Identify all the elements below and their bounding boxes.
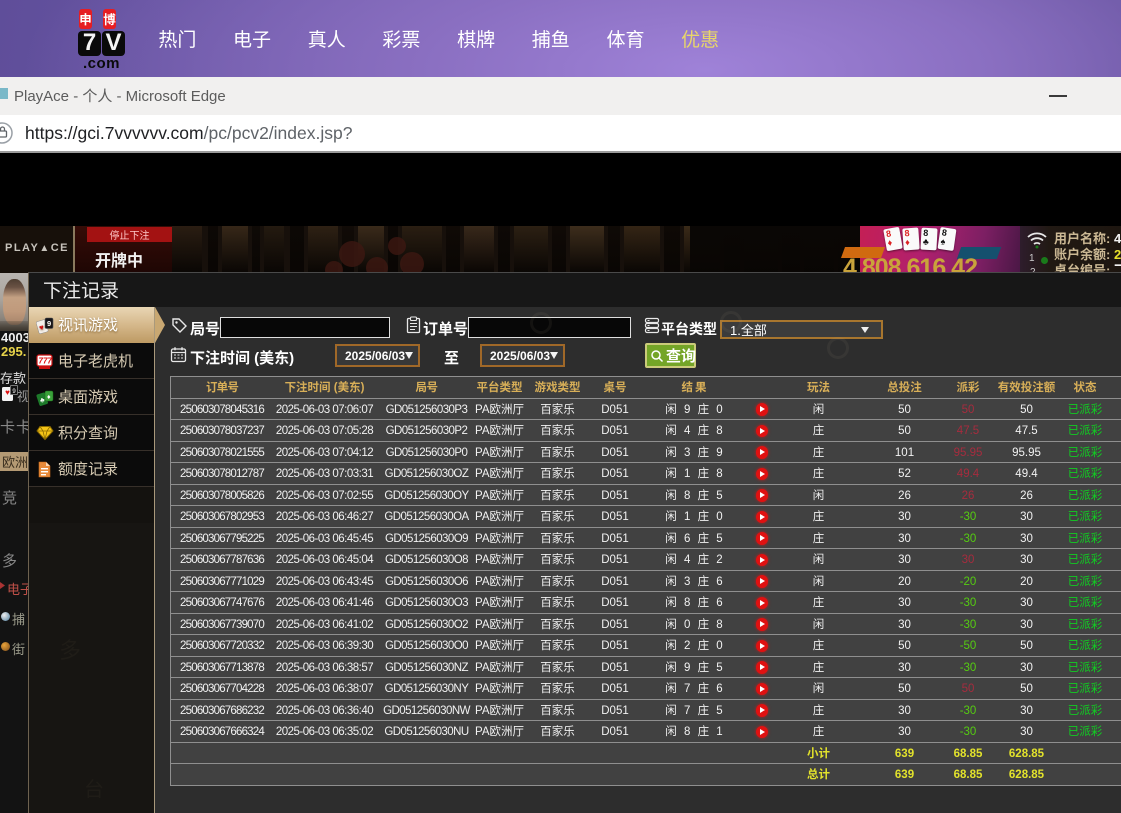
- svg-text:777: 777: [39, 356, 53, 367]
- svg-text:9: 9: [47, 318, 51, 329]
- svg-text:♦: ♦: [47, 392, 51, 402]
